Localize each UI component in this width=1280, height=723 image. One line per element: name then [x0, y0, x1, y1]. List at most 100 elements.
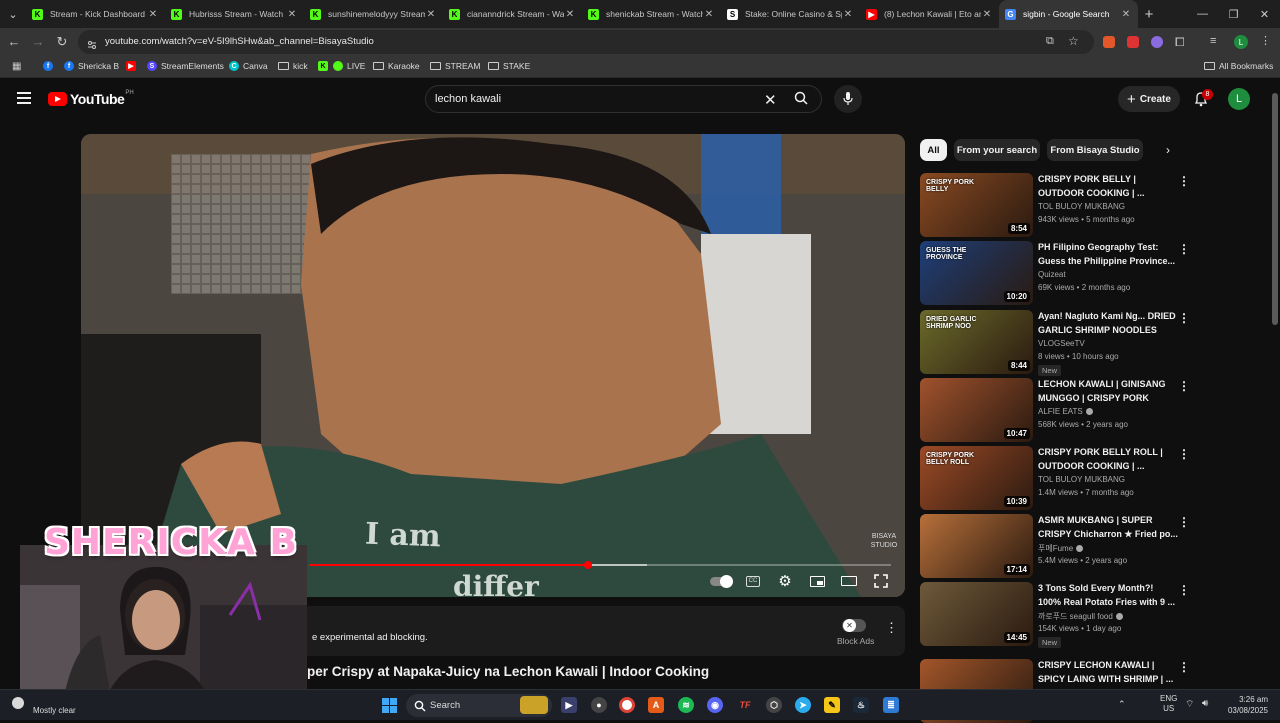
omnibox[interactable]: youtube.com/watch?v=eV-5I9lhSHw&ab_chann… [78, 30, 1094, 54]
close-window-icon[interactable]: ✕ [1249, 0, 1280, 28]
video-thumbnail[interactable]: 10:47 [920, 378, 1033, 442]
kick-bookmark-icon[interactable]: K [318, 61, 328, 71]
bookmark-stake[interactable]: STAKE [488, 61, 530, 71]
create-button[interactable]: + Create [1118, 86, 1180, 112]
weather-icon[interactable] [12, 697, 24, 709]
ad-notice-more-icon[interactable]: ⋮ [885, 620, 898, 636]
tab-search-chevron-icon[interactable]: ⌄ [0, 0, 26, 28]
search-input[interactable]: lechon kawali ✕ [425, 85, 822, 113]
browser-menu-icon[interactable]: ⋮ [1260, 34, 1271, 47]
voice-search-icon[interactable] [834, 85, 862, 113]
taskbar-spotify-icon[interactable]: ≋ [678, 697, 694, 713]
recommendation-title[interactable]: LECHON KAWALI | GINISANG MUNGGO | CRISPY… [1038, 378, 1178, 405]
recommendation-title[interactable]: Ayan! Nagluto Kami Ng... DRIED GARLIC SH… [1038, 310, 1178, 337]
fullscreen-icon[interactable] [872, 572, 890, 590]
bookmark-karaoke[interactable]: Karaoke [373, 61, 420, 71]
recommendation-title[interactable]: 3 Tons Sold Every Month?! 100% Real Pota… [1038, 582, 1178, 609]
youtube-logo[interactable]: YouTube PH [48, 90, 134, 107]
channel-name[interactable]: VLOGSeeTV [1038, 339, 1085, 348]
video-thumbnail[interactable]: GUESS THE PROVINCE 10:20 [920, 241, 1033, 305]
taskbar-app-icon-3[interactable]: TF [737, 697, 753, 713]
media-controls-icon[interactable]: ≡ [1210, 35, 1216, 47]
more-actions-icon[interactable]: ⋮ [1178, 312, 1190, 326]
bookmark-streamelements[interactable]: S StreamElements [147, 61, 224, 71]
url-text[interactable]: youtube.com/watch?v=eV-5I9lhSHw&ab_chann… [105, 36, 374, 47]
chips-next-chevron-icon[interactable]: › [1166, 143, 1170, 157]
taskbar-app-icon-5[interactable]: ✎ [824, 697, 840, 713]
block-ads-toggle[interactable]: ✕ [842, 619, 866, 632]
browser-tab[interactable]: S Stake: Online Casino & Sportsbook✕ [721, 0, 860, 28]
video-thumbnail[interactable]: 17:14 [920, 514, 1033, 578]
close-tab-icon[interactable]: ✕ [425, 9, 437, 20]
install-app-icon[interactable]: ⧉ [1046, 35, 1054, 48]
page-scrollbar[interactable] [1270, 79, 1280, 689]
taskbar-steam-icon[interactable]: ♨ [853, 697, 869, 713]
theater-mode-icon[interactable] [840, 572, 858, 590]
reload-icon[interactable]: ↻ [54, 34, 70, 50]
chip-from-channel[interactable]: From Bisaya Studio [1047, 139, 1143, 161]
more-actions-icon[interactable]: ⋮ [1178, 448, 1190, 462]
facebook-bookmark-icon[interactable]: f [43, 61, 53, 71]
extension-icon-1[interactable] [1103, 36, 1115, 48]
browser-tab[interactable]: Ksunshinemelodyyy Stream - Watch✕ [304, 0, 443, 28]
recommendation-item[interactable]: GUESS THE PROVINCE 10:20 PH Filipino Geogr… [920, 241, 1192, 305]
youtube-bookmark-icon[interactable]: ▶ [126, 61, 136, 71]
extensions-puzzle-icon[interactable]: ⧠ [1175, 35, 1185, 50]
chip-all[interactable]: All [920, 139, 947, 161]
recommendation-title[interactable]: CRISPY PORK BELLY ROLL | OUTDOOR COOKING… [1038, 446, 1178, 473]
close-tab-icon[interactable]: ✕ [1120, 9, 1132, 20]
channel-name[interactable]: TOL BULOY MUKBANG [1038, 475, 1125, 484]
scrollbar-thumb[interactable] [1272, 93, 1278, 325]
tray-overflow-icon[interactable]: ⌃ [1118, 699, 1126, 710]
weather-text[interactable]: Mostly clear [33, 706, 76, 715]
clear-search-icon[interactable]: ✕ [764, 91, 777, 109]
settings-gear-icon[interactable]: ⚙ [776, 572, 794, 590]
browser-tab[interactable]: K Stream - Kick Dashboard ✕ [26, 0, 165, 28]
volume-icon[interactable]: 🔊︎ [1202, 698, 1208, 709]
subtitles-icon[interactable]: CC [744, 572, 762, 590]
maximize-icon[interactable]: ❐ [1218, 0, 1249, 28]
video-thumbnail[interactable]: DRIED GARLIC SHRIMP NOO 8:44 [920, 310, 1033, 374]
recommendation-title[interactable]: ASMR MUKBANG | SUPER CRISPY Chicharron ★… [1038, 514, 1178, 541]
windows-start-icon[interactable] [382, 698, 397, 713]
extension-icon-2[interactable] [1127, 36, 1139, 48]
video-thumbnail[interactable]: CRISPY PORK BELLY 8:54 [920, 173, 1033, 237]
browser-tab[interactable]: Gsigbin - Google Search ✕ [999, 0, 1138, 28]
autoplay-toggle[interactable] [709, 572, 733, 590]
all-bookmarks[interactable]: All Bookmarks [1204, 61, 1273, 71]
taskbar-discord-icon[interactable]: ◉ [707, 697, 723, 713]
hamburger-menu-icon[interactable] [17, 92, 31, 104]
taskbar-notepad-icon[interactable]: ≣ [883, 697, 899, 713]
taskbar-app-icon-2[interactable]: A [648, 697, 664, 713]
close-tab-icon[interactable]: ✕ [564, 9, 576, 20]
more-actions-icon[interactable]: ⋮ [1178, 380, 1190, 394]
minimize-icon[interactable]: — [1187, 0, 1218, 28]
channel-name[interactable]: 푸메Fume [1038, 543, 1084, 554]
close-tab-icon[interactable]: ✕ [842, 9, 854, 20]
video-thumbnail[interactable]: 14:45 [920, 582, 1033, 646]
video-thumbnail[interactable]: CRISPY PORK BELLY ROLL 10:39 [920, 446, 1033, 510]
close-tab-icon[interactable]: ✕ [981, 9, 993, 20]
bookmark-live[interactable]: LIVE [333, 61, 365, 71]
bookmark-canva[interactable]: C Canva [229, 61, 268, 71]
taskbar-telegram-icon[interactable]: ➤ [795, 697, 811, 713]
bookmark-star-icon[interactable]: ☆ [1068, 34, 1079, 48]
chip-from-your-search[interactable]: From your search [954, 139, 1040, 161]
apps-grid-icon[interactable]: ▦ [12, 61, 21, 72]
more-actions-icon[interactable]: ⋮ [1178, 175, 1190, 189]
browser-tab[interactable]: Kshenickab Stream - Watch Live✕ [582, 0, 721, 28]
more-actions-icon[interactable]: ⋮ [1178, 661, 1190, 675]
close-tab-icon[interactable]: ✕ [147, 9, 159, 20]
browser-tab[interactable]: ▶ (8) Lechon Kawali | Eto ang ✕ [860, 0, 999, 28]
recommendation-title[interactable]: PH Filipino Geography Test: Guess the Ph… [1038, 241, 1178, 268]
browser-tab[interactable]: Kciananndrick Stream - Watch Live✕ [443, 0, 582, 28]
channel-name[interactable]: 까로푸드 seagull food [1038, 611, 1123, 622]
new-tab-button[interactable]: + [1138, 6, 1160, 23]
taskbar-chrome-icon[interactable] [619, 697, 635, 713]
language-indicator[interactable]: ENG US [1160, 694, 1177, 714]
recommendation-item[interactable]: 10:47 LECHON KAWALI | GINISANG MUNGGO | C… [920, 378, 1192, 442]
recommendation-item[interactable]: DRIED GARLIC SHRIMP NOO 8:44 Ayan! Nagluto… [920, 310, 1192, 376]
taskbar-app-icon[interactable]: ▶ [561, 697, 577, 713]
recommendation-item[interactable]: 14:45 3 Tons Sold Every Month?! 100% Real… [920, 582, 1192, 648]
close-tab-icon[interactable]: ✕ [286, 9, 298, 20]
